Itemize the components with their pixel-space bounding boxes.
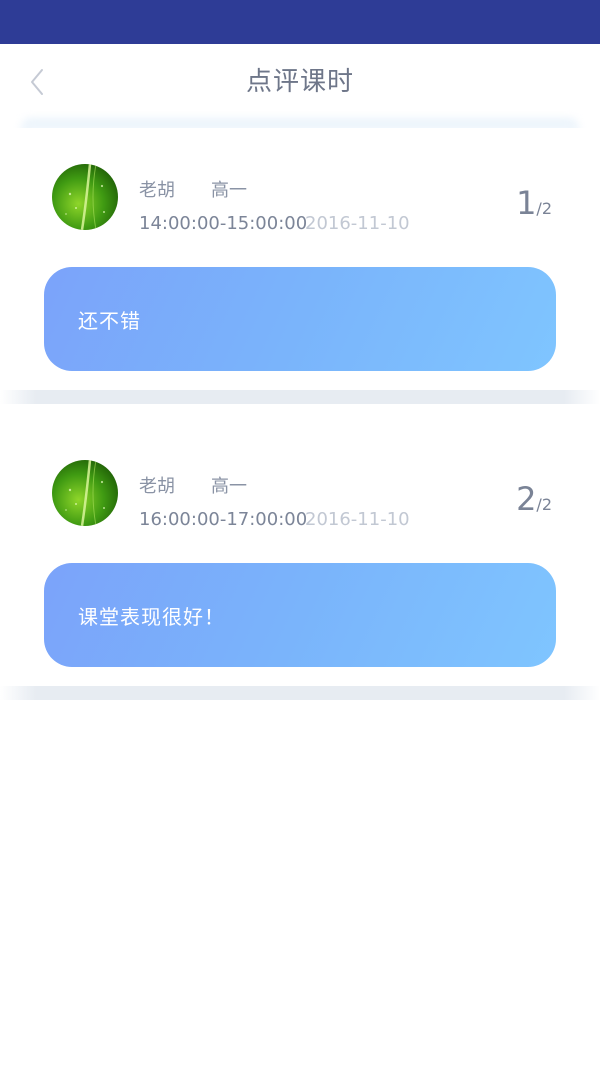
status-bar [0, 0, 600, 44]
lesson-date: 2016-11-10 [305, 213, 410, 234]
back-button[interactable] [18, 62, 58, 102]
grade-label: 高一 [211, 180, 247, 201]
comment-text: 课堂表现很好！ [78, 604, 225, 629]
review-card[interactable]: 老胡 高一 14:00:00-15:00:00 2016-11-10 1/2 还… [0, 128, 600, 398]
page-current: 1 [516, 184, 537, 222]
comment-bubble: 还不错 [44, 267, 556, 371]
page-title: 点评课时 [245, 67, 354, 97]
page-current: 2 [516, 480, 537, 518]
comment-text: 还不错 [78, 308, 141, 333]
grade-label: 高一 [211, 476, 247, 497]
teacher-name: 老胡 [139, 476, 175, 497]
card-divider [0, 686, 600, 700]
comment-bubble: 课堂表现很好！ [44, 563, 556, 667]
lesson-time: 14:00:00-15:00:00 [139, 213, 308, 234]
teacher-name: 老胡 [139, 180, 175, 201]
teacher-avatar [52, 164, 118, 230]
teacher-avatar [52, 460, 118, 526]
chevron-left-icon [31, 69, 43, 95]
review-card[interactable]: 老胡 高一 16:00:00-17:00:00 2016-11-10 2/2 课… [0, 424, 600, 694]
lesson-time: 16:00:00-17:00:00 [139, 509, 308, 530]
lesson-date: 2016-11-10 [305, 509, 410, 530]
nav-bar: 点评课时 [0, 44, 600, 120]
card-divider [0, 390, 600, 404]
page-indicator: 1/2 [516, 184, 552, 222]
page-total: 2 [541, 199, 552, 218]
page-indicator: 2/2 [516, 480, 552, 518]
page-total: 2 [541, 495, 552, 514]
